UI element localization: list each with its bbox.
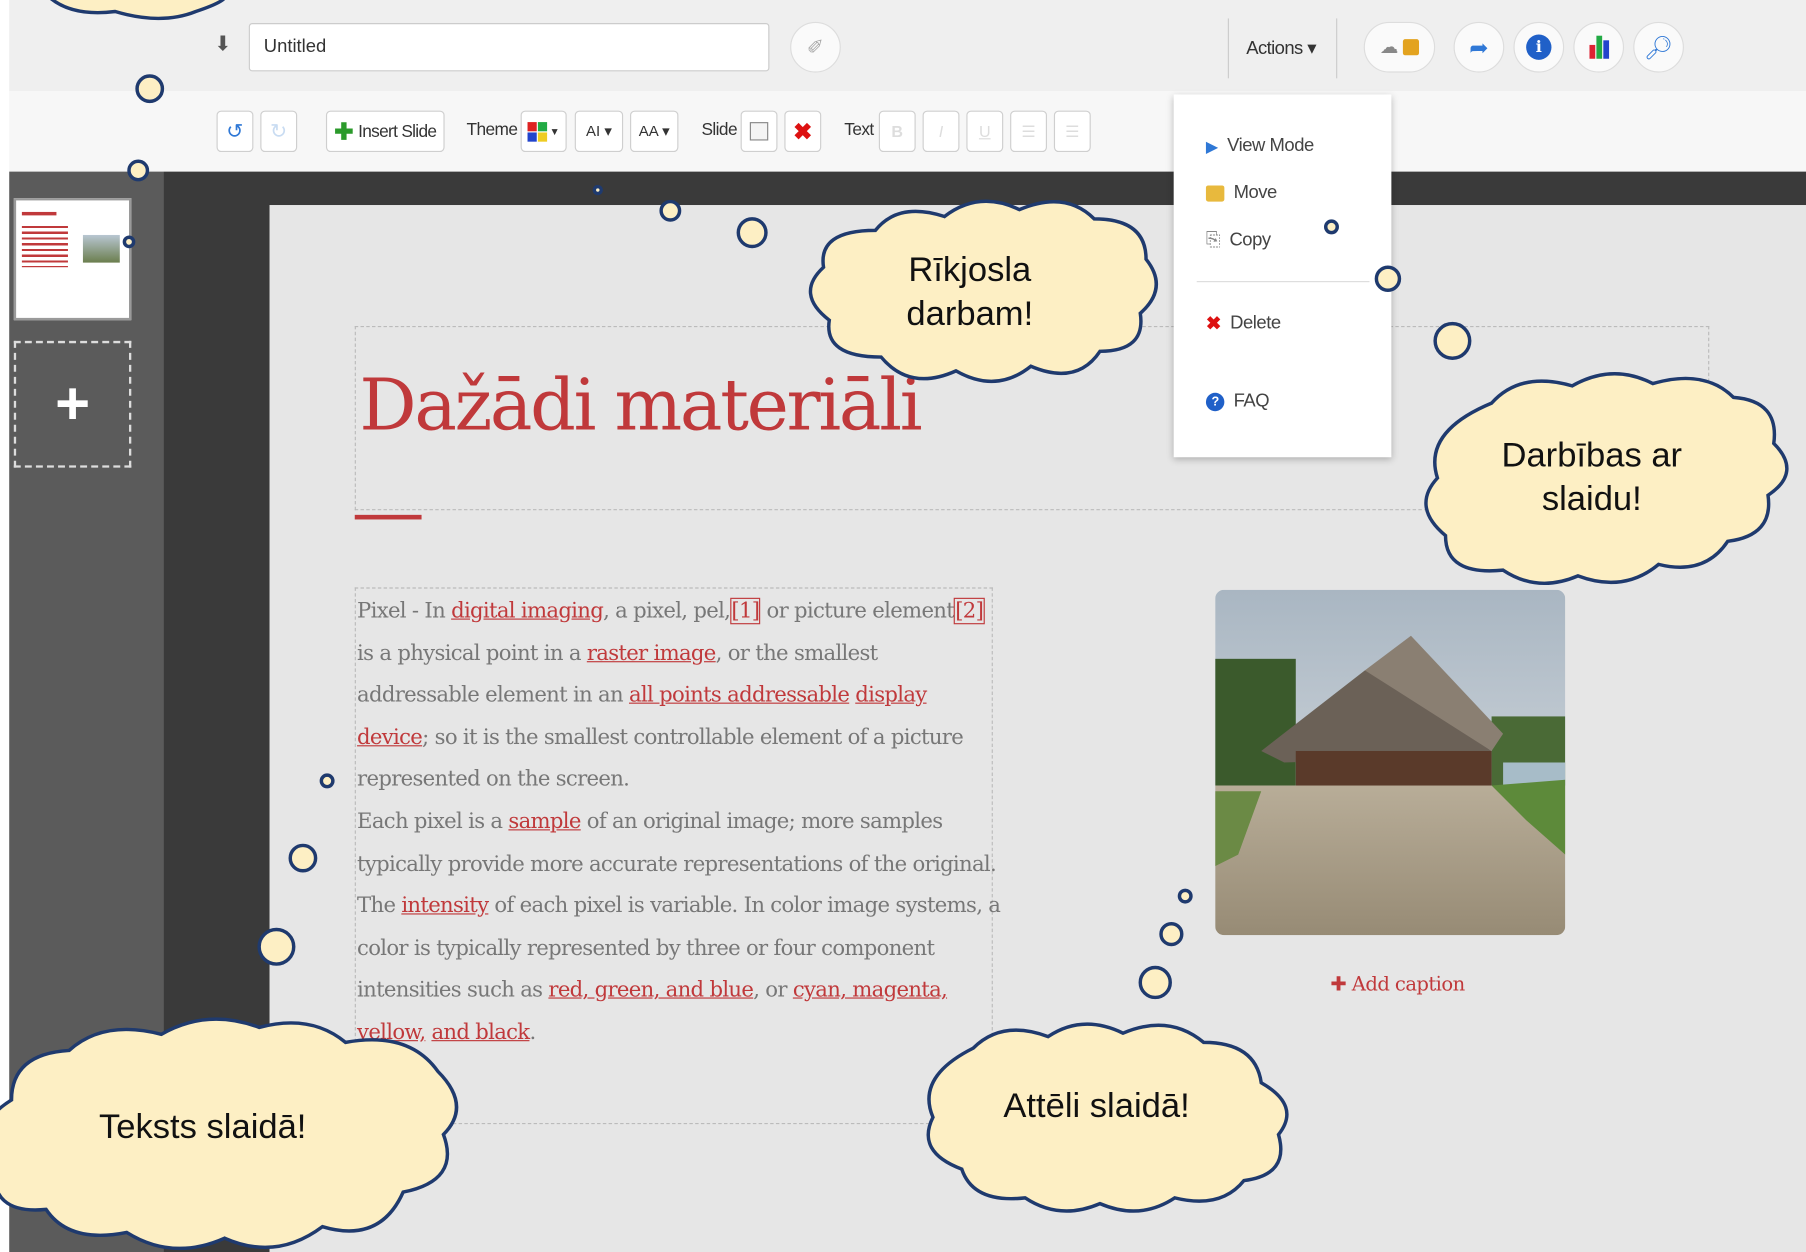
callout-actions: Darbības ar slaidu! xyxy=(1477,434,1707,522)
callout-line: Rīkjosla xyxy=(908,251,1032,290)
callout-overlay xyxy=(0,0,1789,1251)
callout-line: slaidu! xyxy=(1541,480,1642,519)
callout-images: Attēli slaidā! xyxy=(1003,1087,1190,1126)
callout-line: darbam! xyxy=(906,294,1034,333)
callout-text: Teksts slaidā! xyxy=(99,1108,307,1147)
callout-toolbar: Rīkjosla darbam! xyxy=(866,249,1073,337)
cloud-fragment xyxy=(49,0,226,21)
callout-line: Darbības ar xyxy=(1501,436,1683,475)
